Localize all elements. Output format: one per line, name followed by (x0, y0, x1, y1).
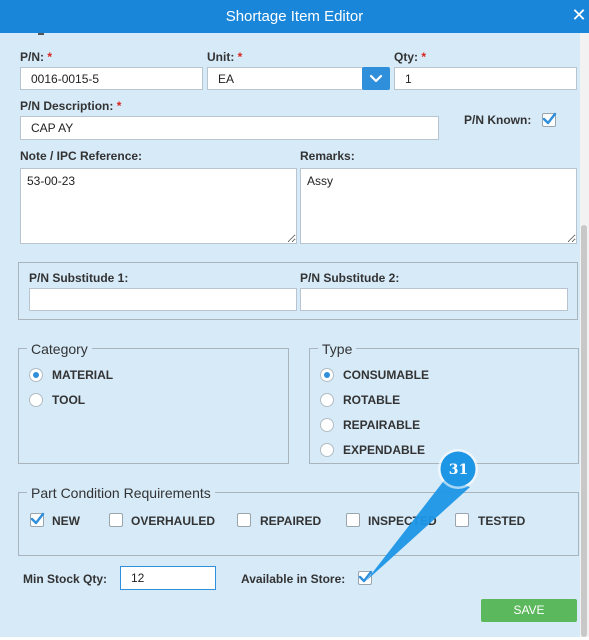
chevron-down-icon (369, 74, 383, 83)
condition-overhauled-label: OVERHAULED (131, 514, 216, 528)
qty-label-text: Qty: (394, 50, 418, 64)
unit-required-mark: * (237, 50, 243, 64)
pn-required-mark: * (47, 50, 53, 64)
clipped-artifact (38, 33, 44, 35)
condition-legend: Part Condition Requirements (27, 485, 215, 501)
unit-label-text: Unit: (207, 50, 235, 64)
type-expendable-label: EXPENDABLE (343, 443, 426, 457)
dialog-title: Shortage Item Editor (225, 8, 364, 25)
category-legend: Category (27, 341, 92, 357)
type-repairable-label: REPAIRABLE (343, 418, 421, 432)
pn-sub2-input[interactable] (300, 288, 568, 311)
category-tool-radio[interactable] (29, 393, 43, 407)
pn-label-text: P/N: (20, 50, 44, 64)
qty-label: Qty: * (394, 50, 426, 64)
close-icon[interactable]: ✕ (570, 4, 588, 26)
type-consumable-label: CONSUMABLE (343, 368, 429, 382)
type-repairable-radio[interactable] (320, 418, 334, 432)
condition-inspected-label: INSPECTED (368, 514, 437, 528)
remarks-textarea[interactable]: Assy (300, 168, 577, 244)
pn-sub2-label: P/N Substitude 2: (300, 271, 400, 285)
dialog-titlebar: Shortage Item Editor ✕ (0, 0, 589, 33)
step-number-badge: 31 (448, 462, 469, 478)
type-consumable-radio[interactable] (320, 368, 334, 382)
pn-known-label: P/N Known: (464, 113, 532, 127)
unit-label: Unit: * (207, 50, 242, 64)
pn-sub1-label: P/N Substitude 1: (29, 271, 129, 285)
type-rotable-label: ROTABLE (343, 393, 401, 407)
condition-tested-checkbox[interactable] (455, 513, 469, 527)
qty-required-mark: * (421, 50, 427, 64)
min-stock-input[interactable] (120, 566, 216, 590)
type-expendable-radio[interactable] (320, 443, 334, 457)
type-legend: Type (318, 341, 357, 357)
available-in-store-label: Available in Store: (241, 572, 346, 586)
pn-description-label-text: P/N Description: (20, 99, 114, 113)
unit-select[interactable] (207, 67, 363, 90)
checkmark-icon (30, 512, 45, 525)
pn-description-required-mark: * (116, 99, 122, 113)
category-material-label: MATERIAL (52, 368, 114, 382)
condition-new-label: NEW (52, 514, 80, 528)
pn-input[interactable] (20, 67, 203, 90)
type-rotable-radio[interactable] (320, 393, 334, 407)
pn-description-input[interactable] (20, 116, 439, 140)
condition-repaired-label: REPAIRED (260, 514, 322, 528)
checkmark-icon (358, 570, 373, 583)
scrollbar-thumb[interactable] (581, 225, 587, 637)
category-material-radio[interactable] (29, 368, 43, 382)
pn-sub1-input[interactable] (29, 288, 297, 311)
save-button[interactable]: SAVE (481, 599, 577, 622)
pn-description-label: P/N Description: * (20, 99, 121, 113)
min-stock-label: Min Stock Qty: (23, 572, 108, 586)
condition-overhauled-checkbox[interactable] (109, 513, 123, 527)
unit-dropdown-button[interactable] (362, 67, 390, 90)
remarks-label: Remarks: (300, 149, 355, 163)
checkmark-icon (542, 112, 557, 125)
pn-label: P/N: * (20, 50, 52, 64)
qty-input[interactable] (394, 67, 577, 90)
condition-inspected-checkbox[interactable] (346, 513, 360, 527)
category-tool-label: TOOL (52, 393, 86, 407)
condition-repaired-checkbox[interactable] (237, 513, 251, 527)
note-label: Note / IPC Reference: (20, 149, 143, 163)
condition-tested-label: TESTED (478, 514, 526, 528)
note-textarea[interactable]: 53-00-23 (20, 168, 297, 244)
